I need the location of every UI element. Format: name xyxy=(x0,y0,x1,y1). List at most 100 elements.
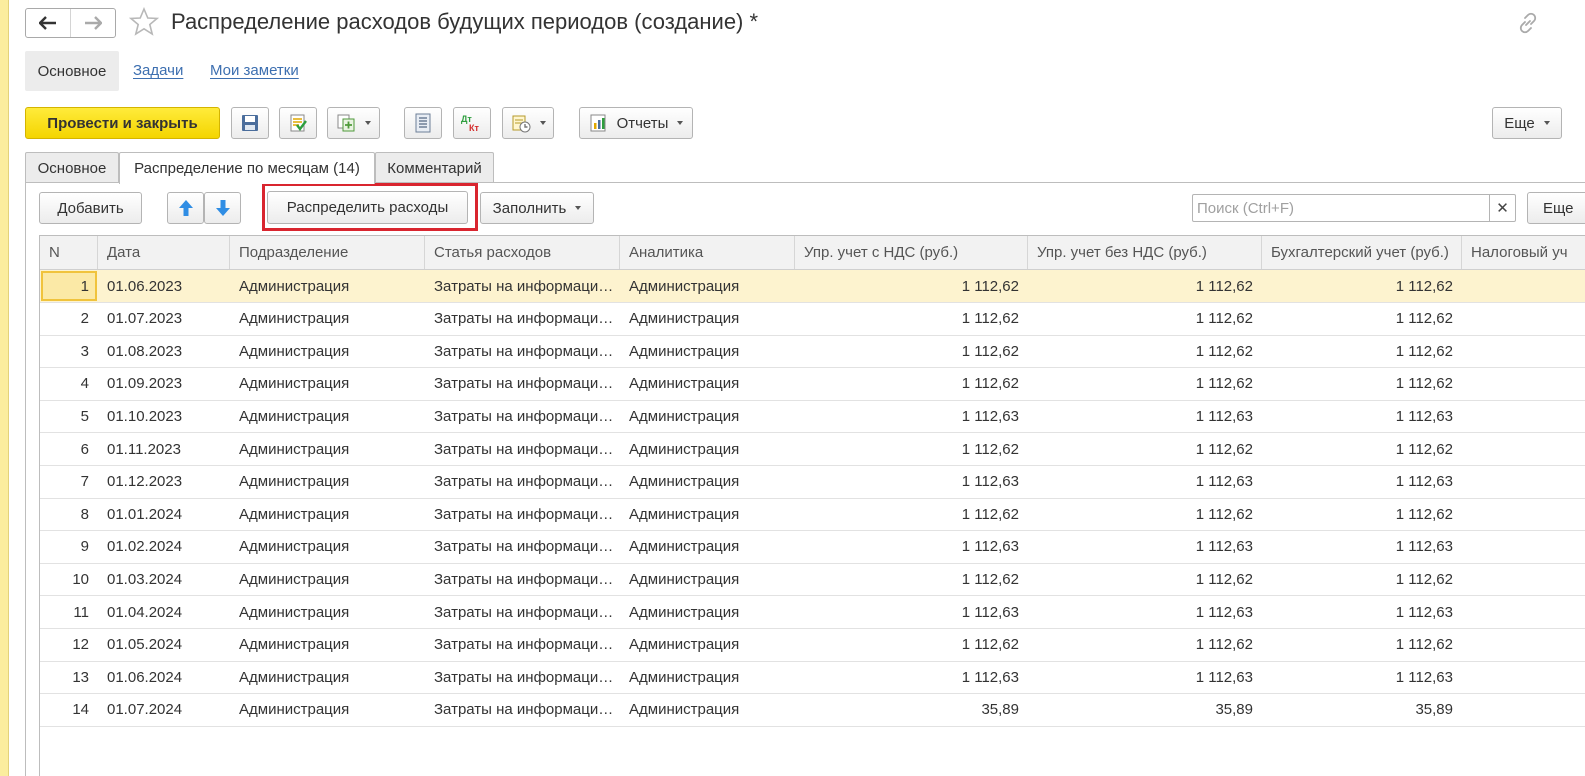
table-cell-col-accounting[interactable]: 35,89 xyxy=(1262,694,1462,726)
table-cell-col-expense-item[interactable]: Затраты на информационные услуги xyxy=(425,270,620,302)
table-cell-col-n[interactable]: 14 xyxy=(40,694,98,726)
table-cell-col-mgmt-no-vat[interactable]: 35,89 xyxy=(1028,694,1262,726)
table-cell-col-accounting[interactable]: 1 112,63 xyxy=(1262,400,1462,432)
table-cell-col-department[interactable]: Администрация xyxy=(230,303,425,335)
table-cell-col-mgmt-no-vat[interactable]: 1 112,62 xyxy=(1028,498,1262,530)
table-row[interactable]: 11 01.04.2024 Администрация Затраты на инфо… xyxy=(40,596,1585,629)
table-cell-col-analytics[interactable]: Администрация xyxy=(620,531,795,563)
table-cell-col-date[interactable]: 01.02.2024 xyxy=(98,531,230,563)
column-header-col-analytics[interactable]: Аналитика xyxy=(620,236,795,269)
table-cell-col-date[interactable]: 01.05.2024 xyxy=(98,629,230,661)
table-cell-col-analytics[interactable]: Администрация xyxy=(620,661,795,693)
table-cell-col-analytics[interactable]: Администрация xyxy=(620,433,795,465)
table-cell-col-analytics[interactable]: Администрация xyxy=(620,694,795,726)
table-cell-col-date[interactable]: 01.12.2023 xyxy=(98,466,230,498)
table-row[interactable]: 13 01.06.2024 Администрация Затраты на инфо… xyxy=(40,661,1585,695)
table-cell-col-expense-item[interactable]: Затраты на информационные услуги xyxy=(425,563,620,595)
save-button[interactable] xyxy=(231,107,269,139)
table-more-button[interactable]: Еще xyxy=(1527,192,1585,224)
fill-button[interactable]: Заполнить xyxy=(480,192,594,224)
table-cell-col-mgmt-vat[interactable]: 1 112,62 xyxy=(795,629,1028,661)
table-cell-col-mgmt-no-vat[interactable]: 1 112,62 xyxy=(1028,563,1262,595)
link-icon[interactable] xyxy=(1516,11,1540,39)
table-cell-col-accounting[interactable]: 1 112,62 xyxy=(1262,629,1462,661)
table-cell-col-date[interactable]: 01.11.2023 xyxy=(98,433,230,465)
table-cell-col-expense-item[interactable]: Затраты на информационные услуги xyxy=(425,498,620,530)
table-cell-col-expense-item[interactable]: Затраты на информационные услуги xyxy=(425,596,620,628)
table-row[interactable]: 7 01.12.2023 Администрация Затраты на инфор… xyxy=(40,466,1585,499)
table-cell-col-mgmt-vat[interactable]: 1 112,62 xyxy=(795,368,1028,400)
print-button[interactable] xyxy=(502,107,554,139)
table-cell-col-n[interactable]: 4 xyxy=(40,368,98,400)
favorite-star-icon[interactable] xyxy=(128,6,160,41)
table-cell-col-mgmt-vat[interactable]: 1 112,63 xyxy=(795,531,1028,563)
table-cell-col-date[interactable]: 01.07.2024 xyxy=(98,694,230,726)
table-cell-col-department[interactable]: Администрация xyxy=(230,563,425,595)
table-cell-col-accounting[interactable]: 1 112,63 xyxy=(1262,531,1462,563)
forward-button[interactable] xyxy=(70,9,115,37)
table-cell-col-date[interactable]: 01.06.2024 xyxy=(98,661,230,693)
table-cell-col-mgmt-vat[interactable]: 1 112,62 xyxy=(795,563,1028,595)
section-notes-link[interactable]: Мои заметки xyxy=(210,62,299,79)
table-cell-col-mgmt-no-vat[interactable]: 1 112,62 xyxy=(1028,629,1262,661)
table-cell-col-mgmt-no-vat[interactable]: 1 112,62 xyxy=(1028,433,1262,465)
table-cell-col-analytics[interactable]: Администрация xyxy=(620,596,795,628)
table-cell-col-date[interactable]: 01.04.2024 xyxy=(98,596,230,628)
table-cell-col-analytics[interactable]: Администрация xyxy=(620,335,795,367)
table-cell-col-n[interactable]: 13 xyxy=(40,661,98,693)
table-cell-col-n[interactable]: 3 xyxy=(40,335,98,367)
table-cell-col-mgmt-no-vat[interactable]: 1 112,63 xyxy=(1028,596,1262,628)
table-row[interactable]: 4 01.09.2023 Администрация Затраты на инфор… xyxy=(40,368,1585,401)
table-row[interactable]: 9 01.02.2024 Администрация Затраты на инфор… xyxy=(40,531,1585,564)
create-based-on-button[interactable] xyxy=(327,107,380,139)
post-and-close-button[interactable]: Провести и закрыть xyxy=(25,107,220,139)
table-cell-col-date[interactable]: 01.08.2023 xyxy=(98,335,230,367)
table-cell-col-expense-item[interactable]: Затраты на информационные услуги xyxy=(425,303,620,335)
table-row[interactable]: 3 01.08.2023 Администрация Затраты на инфор… xyxy=(40,335,1585,369)
table-cell-col-n[interactable]: 5 xyxy=(40,400,98,432)
table-cell-col-mgmt-no-vat[interactable]: 1 112,62 xyxy=(1028,335,1262,367)
table-cell-col-department[interactable]: Администрация xyxy=(230,466,425,498)
table-cell-col-accounting[interactable]: 1 112,62 xyxy=(1262,303,1462,335)
move-down-button[interactable] xyxy=(204,192,241,224)
structure-button[interactable] xyxy=(404,107,442,139)
table-cell-col-accounting[interactable]: 1 112,62 xyxy=(1262,335,1462,367)
table-cell-col-n[interactable]: 6 xyxy=(40,433,98,465)
table-cell-col-date[interactable]: 01.03.2024 xyxy=(98,563,230,595)
table-cell-col-department[interactable]: Администрация xyxy=(230,498,425,530)
clear-search-button[interactable]: ✕ xyxy=(1489,195,1515,221)
table-cell-col-department[interactable]: Администрация xyxy=(230,629,425,661)
column-header-col-department[interactable]: Подразделение xyxy=(230,236,425,269)
column-header-col-accounting[interactable]: Бухгалтерский учет (руб.) xyxy=(1262,236,1462,269)
table-cell-col-analytics[interactable]: Администрация xyxy=(620,466,795,498)
reports-button[interactable]: Отчеты xyxy=(579,107,693,139)
table-cell-col-mgmt-no-vat[interactable]: 1 112,62 xyxy=(1028,368,1262,400)
column-header-col-date[interactable]: Дата xyxy=(98,236,230,269)
table-cell-col-n[interactable]: 1 xyxy=(40,270,98,302)
table-cell-col-accounting[interactable]: 1 112,62 xyxy=(1262,433,1462,465)
table-cell-col-analytics[interactable]: Администрация xyxy=(620,400,795,432)
table-cell-col-mgmt-vat[interactable]: 1 112,63 xyxy=(795,661,1028,693)
table-cell-col-accounting[interactable]: 1 112,62 xyxy=(1262,563,1462,595)
table-cell-col-date[interactable]: 01.01.2024 xyxy=(98,498,230,530)
table-cell-col-mgmt-no-vat[interactable]: 1 112,63 xyxy=(1028,400,1262,432)
table-cell-col-n[interactable]: 10 xyxy=(40,563,98,595)
table-cell-col-accounting[interactable]: 1 112,63 xyxy=(1262,466,1462,498)
table-cell-col-expense-item[interactable]: Затраты на информационные услуги xyxy=(425,400,620,432)
table-cell-col-date[interactable]: 01.07.2023 xyxy=(98,303,230,335)
table-row[interactable]: 1 01.06.2023 Администрация Затраты на инфор… xyxy=(40,270,1585,303)
table-cell-col-mgmt-vat[interactable]: 1 112,62 xyxy=(795,270,1028,302)
table-cell-col-expense-item[interactable]: Затраты на информационные услуги xyxy=(425,466,620,498)
table-cell-col-department[interactable]: Администрация xyxy=(230,531,425,563)
table-cell-col-mgmt-vat[interactable]: 1 112,62 xyxy=(795,303,1028,335)
table-cell-col-n[interactable]: 12 xyxy=(40,629,98,661)
column-header-col-mgmt-vat[interactable]: Упр. учет с НДС (руб.) xyxy=(795,236,1028,269)
table-cell-col-accounting[interactable]: 1 112,62 xyxy=(1262,270,1462,302)
table-cell-col-analytics[interactable]: Администрация xyxy=(620,563,795,595)
table-cell-col-date[interactable]: 01.09.2023 xyxy=(98,368,230,400)
more-actions-button[interactable]: Еще xyxy=(1492,107,1562,139)
section-tasks-link[interactable]: Задачи xyxy=(133,62,183,79)
table-cell-col-department[interactable]: Администрация xyxy=(230,335,425,367)
table-cell-col-mgmt-vat[interactable]: 1 112,63 xyxy=(795,466,1028,498)
table-cell-col-department[interactable]: Администрация xyxy=(230,400,425,432)
